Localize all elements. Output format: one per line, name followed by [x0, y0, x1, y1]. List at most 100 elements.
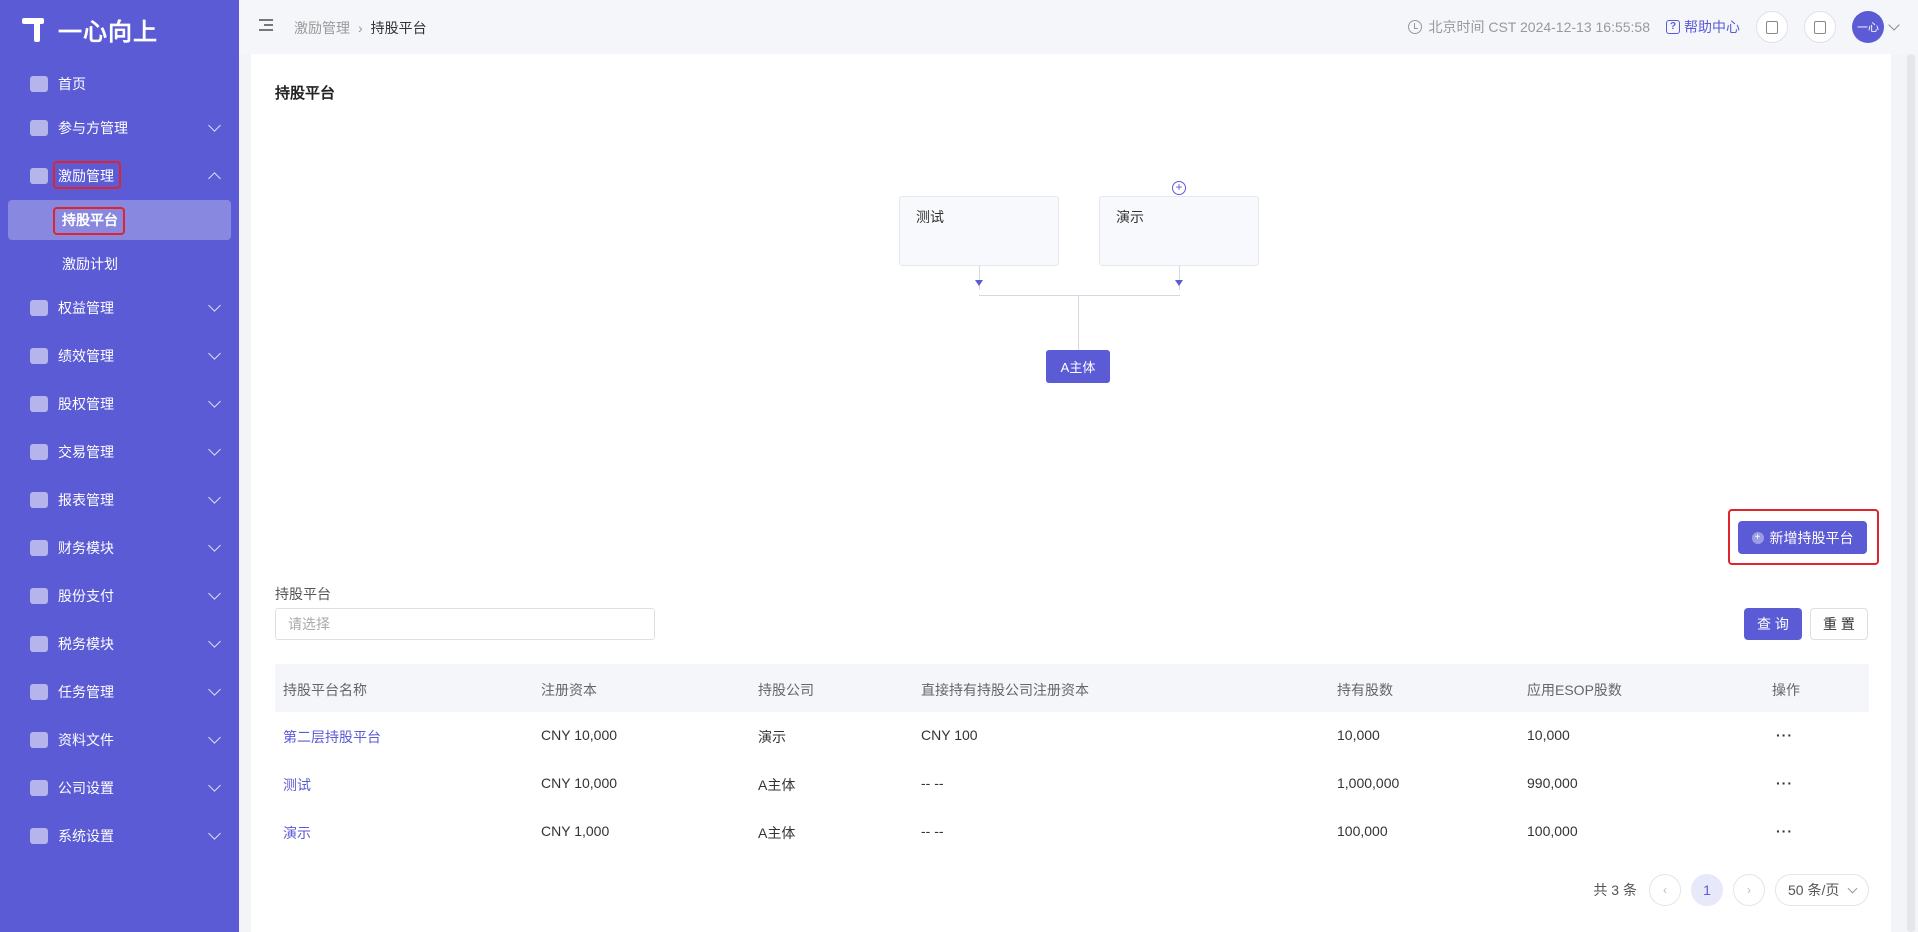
clock-icon — [1408, 20, 1423, 34]
diagram-entity-node[interactable]: A主体 — [1046, 350, 1110, 383]
arrow-down-icon — [1175, 280, 1183, 286]
sidebar-item-report[interactable]: 报表管理 — [0, 480, 239, 520]
sidebar-item-trade[interactable]: 交易管理 — [0, 432, 239, 472]
add-button-label: 新增持股平台 — [1769, 529, 1854, 546]
sidebar-item-files[interactable]: 资料文件 — [0, 720, 239, 760]
sidebar-item-system[interactable]: 系统设置 — [0, 816, 239, 856]
platform-name-link[interactable]: 第二层持股平台 — [283, 727, 381, 747]
clipboard-icon — [1766, 20, 1778, 34]
column-header: 操作 — [1772, 682, 1800, 698]
menu-fold-icon[interactable] — [259, 19, 273, 31]
sidebar-item-company[interactable]: 公司设置 — [0, 768, 239, 808]
diagram-node-demo[interactable]: 演示 — [1099, 196, 1259, 266]
chevron-down-icon — [208, 299, 221, 312]
sidebar-item-label: 持股平台 — [62, 212, 118, 228]
clipboard-button[interactable] — [1756, 11, 1788, 43]
diagram-node-label: 测试 — [916, 209, 944, 225]
table-cell: A主体 — [758, 825, 796, 841]
sidebar-item-finance[interactable]: 财务模块 — [0, 528, 239, 568]
diagram-node-test[interactable]: 测试 — [899, 196, 1059, 266]
help-icon: ? — [1666, 20, 1680, 34]
sidebar-item-participants[interactable]: 参与方管理 — [0, 108, 239, 148]
scrollbar[interactable] — [1907, 54, 1915, 932]
table-cell: CNY 10,000 — [541, 775, 618, 791]
page-size-label: 50 条/页 — [1788, 882, 1840, 898]
finance-icon — [30, 540, 48, 556]
sidebar-item-label: 绩效管理 — [58, 348, 114, 364]
column-header: 持股公司 — [758, 682, 814, 698]
add-node-icon[interactable]: + — [1172, 181, 1186, 195]
performance-icon — [30, 348, 48, 364]
tax-icon — [30, 636, 48, 652]
more-actions-icon[interactable]: ··· — [1776, 823, 1793, 839]
table-cell: CNY 10,000 — [541, 727, 618, 743]
sidebar-item-task[interactable]: 任务管理 — [0, 672, 239, 712]
table-cell: 演示 — [758, 729, 786, 745]
sidebar-item-label: 交易管理 — [58, 444, 114, 460]
table-cell: A主体 — [758, 777, 796, 793]
sidebar-subitem-incentive-plan[interactable]: 激励计划 — [8, 244, 231, 284]
connector-line — [979, 295, 1180, 296]
shares-icon — [30, 396, 48, 412]
help-center-link[interactable]: ? 帮助中心 — [1666, 17, 1740, 37]
column-header: 直接持有持股公司注册资本 — [921, 682, 1089, 698]
sidebar-subitem-holding-platform[interactable]: 持股平台 — [8, 200, 231, 240]
table-cell: 100,000 — [1337, 823, 1388, 839]
more-actions-icon[interactable]: ··· — [1776, 775, 1793, 791]
sidebar-item-label: 首页 — [58, 76, 86, 92]
sidebar-item-incentive[interactable]: 激励管理 — [0, 156, 239, 196]
sidebar-item-label: 系统设置 — [58, 828, 114, 844]
task-icon — [30, 684, 48, 700]
table-cell: 10,000 — [1337, 727, 1380, 743]
sidebar-item-label: 资料文件 — [58, 732, 114, 748]
breadcrumb-current: 持股平台 — [370, 20, 427, 36]
chevron-down-icon — [208, 347, 221, 360]
sidebar-item-label: 参与方管理 — [58, 120, 128, 136]
table-header: 持股平台名称 注册资本 持股公司 直接持有持股公司注册资本 持有股数 应用ESO… — [275, 664, 1869, 712]
participants-icon — [30, 120, 48, 136]
sidebar-item-label: 激励计划 — [62, 256, 118, 272]
sidebar-item-equity[interactable]: 权益管理 — [0, 288, 239, 328]
table-cell: -- -- — [921, 775, 944, 791]
more-actions-icon[interactable]: ··· — [1776, 727, 1793, 743]
sidebar-item-share-payment[interactable]: 股份支付 — [0, 576, 239, 616]
sidebar-item-home[interactable]: 首页 — [0, 64, 239, 104]
add-holding-platform-button[interactable]: + 新增持股平台 — [1738, 521, 1867, 554]
platform-name-link[interactable]: 演示 — [283, 823, 311, 843]
chevron-right-icon: › — [358, 20, 363, 36]
header-right: 北京时间 CST 2024-12-13 16:55:58 ? 帮助中心 一心 — [1408, 0, 1900, 54]
sidebar-item-label: 公司设置 — [58, 780, 114, 796]
files-icon — [30, 732, 48, 748]
trade-icon — [30, 444, 48, 460]
page-size-select[interactable]: 50 条/页 — [1775, 874, 1869, 906]
pagination: 共 3 条 ‹ 1 › 50 条/页 — [1593, 874, 1869, 906]
table-cell: 100,000 — [1527, 823, 1578, 839]
sidebar-item-label: 激励管理 — [58, 168, 114, 184]
pagination-total: 共 3 条 — [1593, 882, 1637, 898]
connector-line — [1078, 295, 1079, 350]
page-number-button[interactable]: 1 — [1691, 874, 1723, 906]
sidebar-item-label: 财务模块 — [58, 540, 114, 556]
arrow-down-icon — [975, 280, 983, 286]
reset-button[interactable]: 重 置 — [1810, 608, 1868, 640]
chevron-down-icon — [208, 827, 221, 840]
breadcrumb-item[interactable]: 激励管理 — [294, 18, 350, 38]
sidebar-item-shares[interactable]: 股权管理 — [0, 384, 239, 424]
app-logo[interactable]: 一心向上 — [22, 12, 158, 46]
avatar[interactable]: 一心 — [1852, 11, 1884, 43]
document-button[interactable] — [1804, 11, 1836, 43]
next-page-button[interactable]: › — [1733, 874, 1765, 906]
sidebar-item-label: 报表管理 — [58, 492, 114, 508]
prev-page-button[interactable]: ‹ — [1649, 874, 1681, 906]
query-button[interactable]: 查 询 — [1744, 608, 1802, 640]
table-cell: 1,000,000 — [1337, 775, 1400, 791]
column-header: 持股平台名称 — [283, 682, 367, 698]
sidebar-item-tax[interactable]: 税务模块 — [0, 624, 239, 664]
holding-platform-select[interactable]: 请选择 — [275, 608, 655, 640]
chevron-up-icon — [208, 172, 221, 185]
sidebar-item-performance[interactable]: 绩效管理 — [0, 336, 239, 376]
platform-name-link[interactable]: 测试 — [283, 775, 311, 795]
top-header: 激励管理 › 持股平台 北京时间 CST 2024-12-13 16:55:58… — [239, 0, 1918, 54]
chevron-down-icon[interactable] — [1888, 19, 1900, 31]
system-icon — [30, 828, 48, 844]
